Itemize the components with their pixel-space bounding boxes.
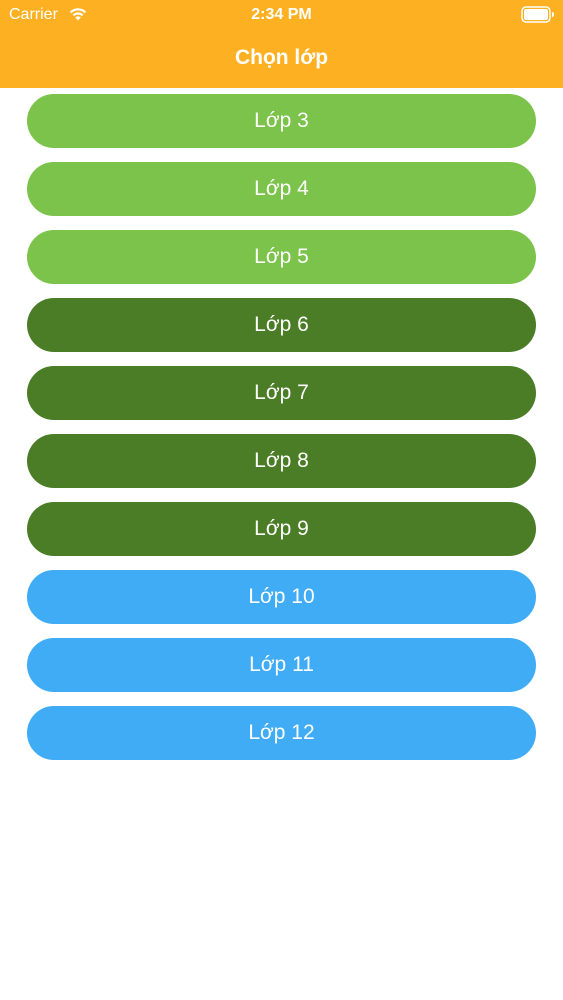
- grade-11-button[interactable]: Lớp 11: [27, 638, 536, 692]
- status-bar: Carrier 2:34 PM: [0, 0, 563, 30]
- status-time: 2:34 PM: [251, 6, 312, 23]
- grade-4-button[interactable]: Lớp 4: [27, 162, 536, 216]
- top-bar: Carrier 2:34 PM Chọn lớp: [0, 0, 563, 88]
- grade-6-button[interactable]: Lớp 6: [27, 298, 536, 352]
- grade-7-button[interactable]: Lớp 7: [27, 366, 536, 420]
- grade-8-button[interactable]: Lớp 8: [27, 434, 536, 488]
- grade-10-button[interactable]: Lớp 10: [27, 570, 536, 624]
- grade-3-button[interactable]: Lớp 3: [27, 94, 536, 148]
- grade-12-button[interactable]: Lớp 12: [27, 706, 536, 760]
- grade-9-button[interactable]: Lớp 9: [27, 502, 536, 556]
- battery-icon: [521, 6, 554, 23]
- grade-list: Lớp 3 Lớp 4 Lớp 5 Lớp 6 Lớp 7 Lớp 8 Lớp …: [27, 94, 536, 774]
- grade-5-button[interactable]: Lớp 5: [27, 230, 536, 284]
- page-title: Chọn lớp: [234, 46, 329, 69]
